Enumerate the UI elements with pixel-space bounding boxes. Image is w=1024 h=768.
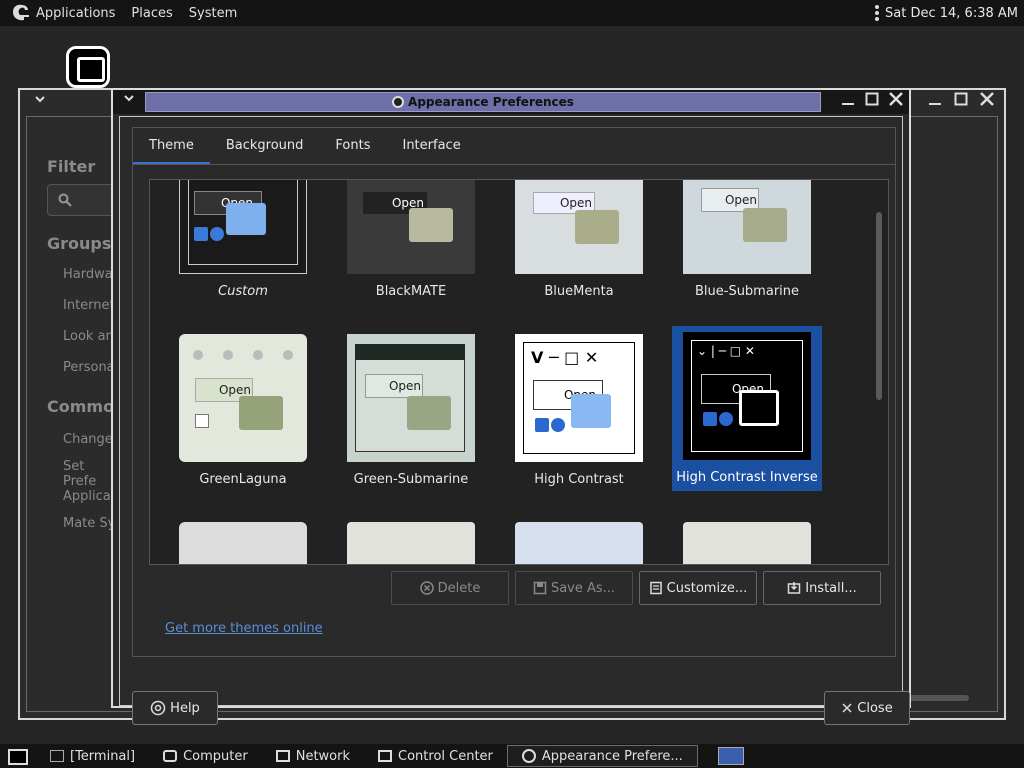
theme-action-buttons: Delete Save As... Customize... Install..… xyxy=(391,571,881,605)
workspace-switcher[interactable] xyxy=(698,745,764,767)
theme-item-high-contrast[interactable]: V ─ □ ✕ Open High Contrast xyxy=(504,334,654,487)
theme-item-custom[interactable]: Open Custom xyxy=(168,180,318,299)
tab-background[interactable]: Background xyxy=(210,128,320,164)
theme-name: Green-Submarine xyxy=(353,472,469,487)
more-icon[interactable] xyxy=(875,5,880,21)
theme-name: High Contrast Inverse xyxy=(676,470,818,485)
minimize-icon[interactable] xyxy=(841,92,855,106)
vertical-scrollbar[interactable] xyxy=(876,212,882,400)
close-icon[interactable] xyxy=(889,92,903,106)
network-icon xyxy=(275,750,290,762)
appearance-preferences-dialog: Appearance Preferences Theme Background … xyxy=(111,88,911,725)
tab-theme[interactable]: Theme xyxy=(133,128,210,164)
help-button[interactable]: Help xyxy=(132,691,218,725)
theme-item-high-contrast-inverse[interactable]: ⌄ | ─ □ ✕ Open High Contrast Inverse xyxy=(672,326,822,491)
theme-item[interactable] xyxy=(336,522,486,564)
bottom-panel: [Terminal] Computer Network Control Cent… xyxy=(0,744,1024,768)
theme-item[interactable] xyxy=(168,522,318,564)
theme-name: BlueMenta xyxy=(544,284,614,299)
theme-preview: Open xyxy=(683,180,811,274)
theme-preview: Open xyxy=(515,180,643,274)
clock[interactable]: Sat Dec 14, 6:38 AM xyxy=(875,5,1018,21)
horizontal-scrollbar[interactable] xyxy=(909,695,969,701)
theme-item-green-submarine[interactable]: Open Green-Submarine xyxy=(336,334,486,487)
theme-item[interactable] xyxy=(672,522,822,564)
theme-name: Blue-Submarine xyxy=(694,284,800,299)
theme-name: GreenLaguna xyxy=(199,472,287,487)
desktop-window-icon[interactable] xyxy=(66,46,110,88)
clock-text: Sat Dec 14, 6:38 AM xyxy=(885,5,1018,21)
theme-name: BlackMATE xyxy=(375,284,447,299)
theme-preview xyxy=(347,522,475,564)
control-center-icon xyxy=(378,750,393,762)
theme-item[interactable] xyxy=(504,522,654,564)
computer-icon xyxy=(163,750,178,762)
install-icon xyxy=(787,582,801,594)
theme-item-greenlaguna[interactable]: Open GreenLaguna xyxy=(168,334,318,487)
theme-tab-panel: Open Custom Open BlackMATE xyxy=(132,165,896,657)
close-icon[interactable] xyxy=(980,92,994,106)
theme-preview xyxy=(515,522,643,564)
appearance-app-icon xyxy=(392,96,405,108)
search-icon xyxy=(58,193,72,207)
taskbar-item-computer[interactable]: Computer xyxy=(149,745,262,767)
theme-item-blackmate[interactable]: Open BlackMATE xyxy=(336,180,486,299)
maximize-icon[interactable] xyxy=(865,92,879,106)
tab-fonts[interactable]: Fonts xyxy=(319,128,386,164)
system-menu[interactable]: System xyxy=(189,6,237,21)
help-icon xyxy=(150,700,166,716)
desktop-icon xyxy=(8,749,28,765)
customize-button[interactable]: Customize... xyxy=(639,571,757,605)
dialog-body: Theme Background Fonts Interface Open Cu… xyxy=(119,116,910,725)
theme-preview xyxy=(683,522,811,564)
theme-preview: Open xyxy=(179,334,307,462)
show-desktop-button[interactable] xyxy=(0,745,36,767)
delete-icon xyxy=(419,581,434,595)
get-more-themes-link[interactable]: Get more themes online xyxy=(165,621,323,636)
appearance-icon xyxy=(521,749,536,763)
dialog-titlebar[interactable]: Appearance Preferences xyxy=(113,90,909,114)
common-item[interactable]: Set Prefe Applicatio xyxy=(47,459,127,504)
taskbar-item-appearance[interactable]: Appearance Prefere... xyxy=(506,745,698,767)
theme-name: Custom xyxy=(218,284,268,299)
theme-item-bluementa[interactable]: Open BlueMenta xyxy=(504,180,654,299)
terminal-icon xyxy=(50,750,64,762)
theme-preview: ⌄ | ─ □ ✕ Open xyxy=(683,332,811,460)
theme-item-blue-submarine[interactable]: Open Blue-Submarine xyxy=(672,180,822,299)
delete-button[interactable]: Delete xyxy=(391,571,509,605)
save-icon xyxy=(533,581,547,595)
save-as-button[interactable]: Save As... xyxy=(515,571,633,605)
taskbar-item-network[interactable]: Network xyxy=(262,745,364,767)
maximize-icon[interactable] xyxy=(954,92,968,106)
mate-logo-icon[interactable] xyxy=(10,2,32,24)
dialog-title: Appearance Preferences xyxy=(145,92,821,112)
install-button[interactable]: Install... xyxy=(763,571,881,605)
minimize-icon[interactable] xyxy=(928,92,942,106)
theme-preview xyxy=(179,522,307,564)
workspace-icon xyxy=(717,747,744,765)
applications-menu[interactable]: Applications xyxy=(36,6,115,21)
theme-grid[interactable]: Open Custom Open BlackMATE xyxy=(149,179,889,565)
taskbar-item-terminal[interactable]: [Terminal] xyxy=(36,745,149,767)
theme-preview: V ─ □ ✕ Open xyxy=(515,334,643,462)
tab-interface[interactable]: Interface xyxy=(386,128,476,164)
taskbar-item-control-center[interactable]: Control Center xyxy=(364,745,507,767)
theme-preview: Open xyxy=(347,334,475,462)
window-menu-chevron-icon[interactable] xyxy=(123,93,135,103)
theme-preview: Open xyxy=(179,180,307,274)
window-menu-chevron-icon[interactable] xyxy=(34,94,46,104)
customize-icon xyxy=(649,581,662,595)
places-menu[interactable]: Places xyxy=(131,6,172,21)
close-button[interactable]: Close xyxy=(824,691,910,725)
close-icon xyxy=(842,703,852,713)
theme-name: High Contrast xyxy=(534,472,624,487)
theme-preview: Open xyxy=(347,180,475,274)
tab-bar: Theme Background Fonts Interface xyxy=(132,127,896,165)
top-panel: Applications Places System Sat Dec 14, 6… xyxy=(0,0,1024,26)
